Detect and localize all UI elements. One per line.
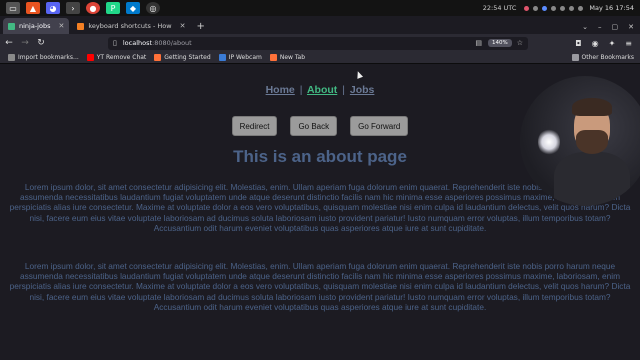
back-icon[interactable]: ←	[2, 38, 16, 48]
minimize-icon[interactable]: –	[598, 23, 602, 31]
reload-icon[interactable]: ↻	[34, 38, 48, 48]
terminal-icon[interactable]: ›	[66, 2, 80, 14]
utc-clock: 22:54 UTC	[482, 4, 517, 12]
paragraph: Lorem ipsum dolor, sit amet consectetur …	[9, 261, 631, 312]
other-bookmarks[interactable]: Other Bookmarks	[571, 54, 634, 61]
date-time[interactable]: May 16 17:54	[589, 4, 634, 12]
menu-icon[interactable]: ≡	[625, 39, 632, 48]
bookmark-star-icon[interactable]: ☆	[517, 39, 523, 47]
close-icon[interactable]: ✕	[58, 22, 64, 30]
nav-link-home[interactable]: Home	[266, 84, 295, 96]
firefox-icon	[154, 54, 162, 61]
page-info-icon[interactable]: ▯	[113, 39, 117, 47]
obs-icon[interactable]: ◎	[146, 2, 160, 14]
bookmarks-bar: Import bookmarks... YT Remove Chat Getti…	[0, 52, 640, 64]
close-window-icon[interactable]: ✕	[628, 23, 634, 31]
go-forward-button[interactable]: Go Forward	[350, 116, 409, 136]
new-tab-button[interactable]: +	[196, 21, 204, 32]
firefox-icon	[269, 54, 277, 61]
zoom-level[interactable]: 140%	[487, 39, 512, 47]
webcam-overlay	[520, 76, 640, 206]
system-tray[interactable]	[524, 5, 584, 11]
tab-keyboard-shortcuts[interactable]: keyboard shortcuts - How ✕	[72, 18, 190, 34]
bookmark-getting-started[interactable]: Getting Started	[154, 54, 211, 61]
url-host: localhost	[122, 39, 153, 47]
os-taskbar: ▭ ▲ ◕ › ● P ◆ ◎ 22:54 UTC May 16 17:54	[0, 0, 640, 16]
vue-favicon-icon	[8, 22, 15, 30]
bookmark-yt-remove-chat[interactable]: YT Remove Chat	[86, 54, 146, 61]
webcam-icon	[218, 54, 226, 61]
tab-label: ninja-jobs	[19, 22, 51, 30]
files-app-icon[interactable]: ▭	[6, 2, 20, 14]
list-all-tabs-icon[interactable]: ⌄	[582, 23, 588, 31]
youtube-icon	[86, 54, 94, 61]
browser-tab-strip: ninja-jobs ✕ keyboard shortcuts - How ✕ …	[0, 16, 640, 34]
discord-icon[interactable]: ◕	[46, 2, 60, 14]
folder-icon	[571, 54, 579, 61]
extensions-icon[interactable]: ✦	[609, 39, 616, 48]
navigation-toolbar: ← → ↻ ▯ localhost:8080/about ▤ 140% ☆ ◘ …	[0, 34, 640, 52]
stackoverflow-favicon-icon	[77, 22, 85, 30]
go-back-button[interactable]: Go Back	[290, 116, 338, 136]
maximize-icon[interactable]: ▢	[612, 23, 619, 31]
tab-label: keyboard shortcuts - How	[88, 22, 172, 30]
forward-icon[interactable]: →	[18, 38, 32, 48]
pycharm-icon[interactable]: P	[106, 2, 120, 14]
nav-link-jobs[interactable]: Jobs	[350, 84, 375, 96]
bookmark-ip-webcam[interactable]: IP Webcam	[218, 54, 262, 61]
vscode-icon[interactable]: ◆	[126, 2, 140, 14]
address-bar[interactable]: ▯ localhost:8080/about ▤ 140% ☆	[108, 36, 528, 50]
account-icon[interactable]: ◉	[592, 39, 599, 48]
close-icon[interactable]: ✕	[180, 22, 186, 30]
reader-view-icon[interactable]: ▤	[475, 39, 482, 47]
redirect-button[interactable]: Redirect	[231, 116, 278, 136]
pocket-icon[interactable]: ◘	[575, 39, 581, 48]
bookmark-import[interactable]: Import bookmarks...	[8, 54, 79, 61]
import-icon	[8, 54, 15, 61]
chrome-icon[interactable]: ●	[86, 2, 100, 14]
app-launcher-icon[interactable]: ▲	[26, 2, 40, 14]
bookmark-new-tab[interactable]: New Tab	[269, 54, 305, 61]
tab-ninja-jobs[interactable]: ninja-jobs ✕	[3, 18, 70, 34]
nav-link-about[interactable]: About	[307, 84, 337, 96]
url-path: :8080/about	[152, 39, 192, 47]
paragraph: Lorem ipsum dolor, sit amet consectetur …	[9, 182, 631, 233]
